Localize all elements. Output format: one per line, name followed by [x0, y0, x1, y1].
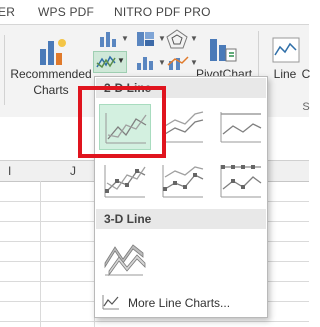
statistic-chart-icon[interactable] — [135, 55, 157, 71]
combo-dropdown-chevron-icon[interactable]: ▼ — [190, 58, 198, 67]
ribbon-group-label-partial: S — [302, 101, 310, 113]
100-stacked-line-with-markers-option[interactable] — [215, 159, 267, 205]
radar-dropdown-chevron-icon[interactable]: ▼ — [190, 34, 198, 43]
row-border — [0, 321, 309, 322]
stacked-line-markers-thumbnail-icon — [162, 165, 204, 198]
highlight-box — [78, 86, 166, 158]
100-stacked-line-chart-option[interactable] — [215, 104, 267, 150]
column-header-j[interactable]: J — [70, 164, 76, 178]
recommended-charts-label-1: Recommended — [10, 67, 92, 81]
100-stacked-line-thumbnail-icon — [220, 112, 262, 143]
line-markers-thumbnail-icon — [104, 165, 146, 198]
tab-wps-pdf[interactable]: WPS PDF — [38, 5, 94, 19]
more-line-charts-label: More Line Charts... — [128, 296, 231, 310]
3d-line-thumbnail-icon — [104, 244, 146, 277]
line-chart-button-active[interactable]: ▼ — [93, 51, 127, 73]
column-header-i[interactable]: I — [8, 164, 11, 178]
sparkline-line-icon[interactable] — [272, 37, 300, 63]
column-border — [40, 181, 41, 327]
radar-chart-icon[interactable] — [165, 28, 189, 50]
sparkline-column-label-partial[interactable]: C — [300, 67, 312, 81]
pivotchart-icon[interactable] — [208, 35, 238, 65]
3d-line-chart-option[interactable] — [99, 233, 151, 279]
recommended-charts-icon — [40, 39, 66, 65]
ribbon-separator — [4, 35, 5, 105]
stacked-line-with-markers-option[interactable] — [157, 159, 209, 205]
column-dropdown-chevron-icon[interactable]: ▼ — [121, 34, 129, 43]
line-with-markers-option[interactable] — [99, 159, 151, 205]
tab-truncated[interactable]: ER — [0, 5, 15, 19]
more-line-charts-icon — [102, 295, 119, 310]
100-stacked-line-markers-thumbnail-icon — [220, 165, 262, 198]
tab-nitro-pdf-pro[interactable]: NITRO PDF PRO — [114, 5, 211, 19]
more-line-charts-button[interactable]: More Line Charts... — [96, 289, 266, 315]
statistic-dropdown-chevron-icon[interactable]: ▼ — [158, 58, 166, 67]
line-dropdown-chevron-icon: ▼ — [117, 56, 125, 65]
line-chart-icon — [96, 55, 116, 69]
sparkline-line-label[interactable]: Line — [268, 67, 302, 81]
section-3d-line-label: 3-D Line — [104, 212, 152, 226]
combo-chart-icon[interactable] — [167, 55, 189, 71]
column-chart-icon[interactable] — [97, 29, 119, 49]
ribbon-tabs: ER WPS PDF NITRO PDF PRO — [0, 0, 309, 24]
section-header-3d-line: 3-D Line — [96, 209, 266, 229]
hierarchy-chart-icon[interactable] — [135, 29, 157, 49]
